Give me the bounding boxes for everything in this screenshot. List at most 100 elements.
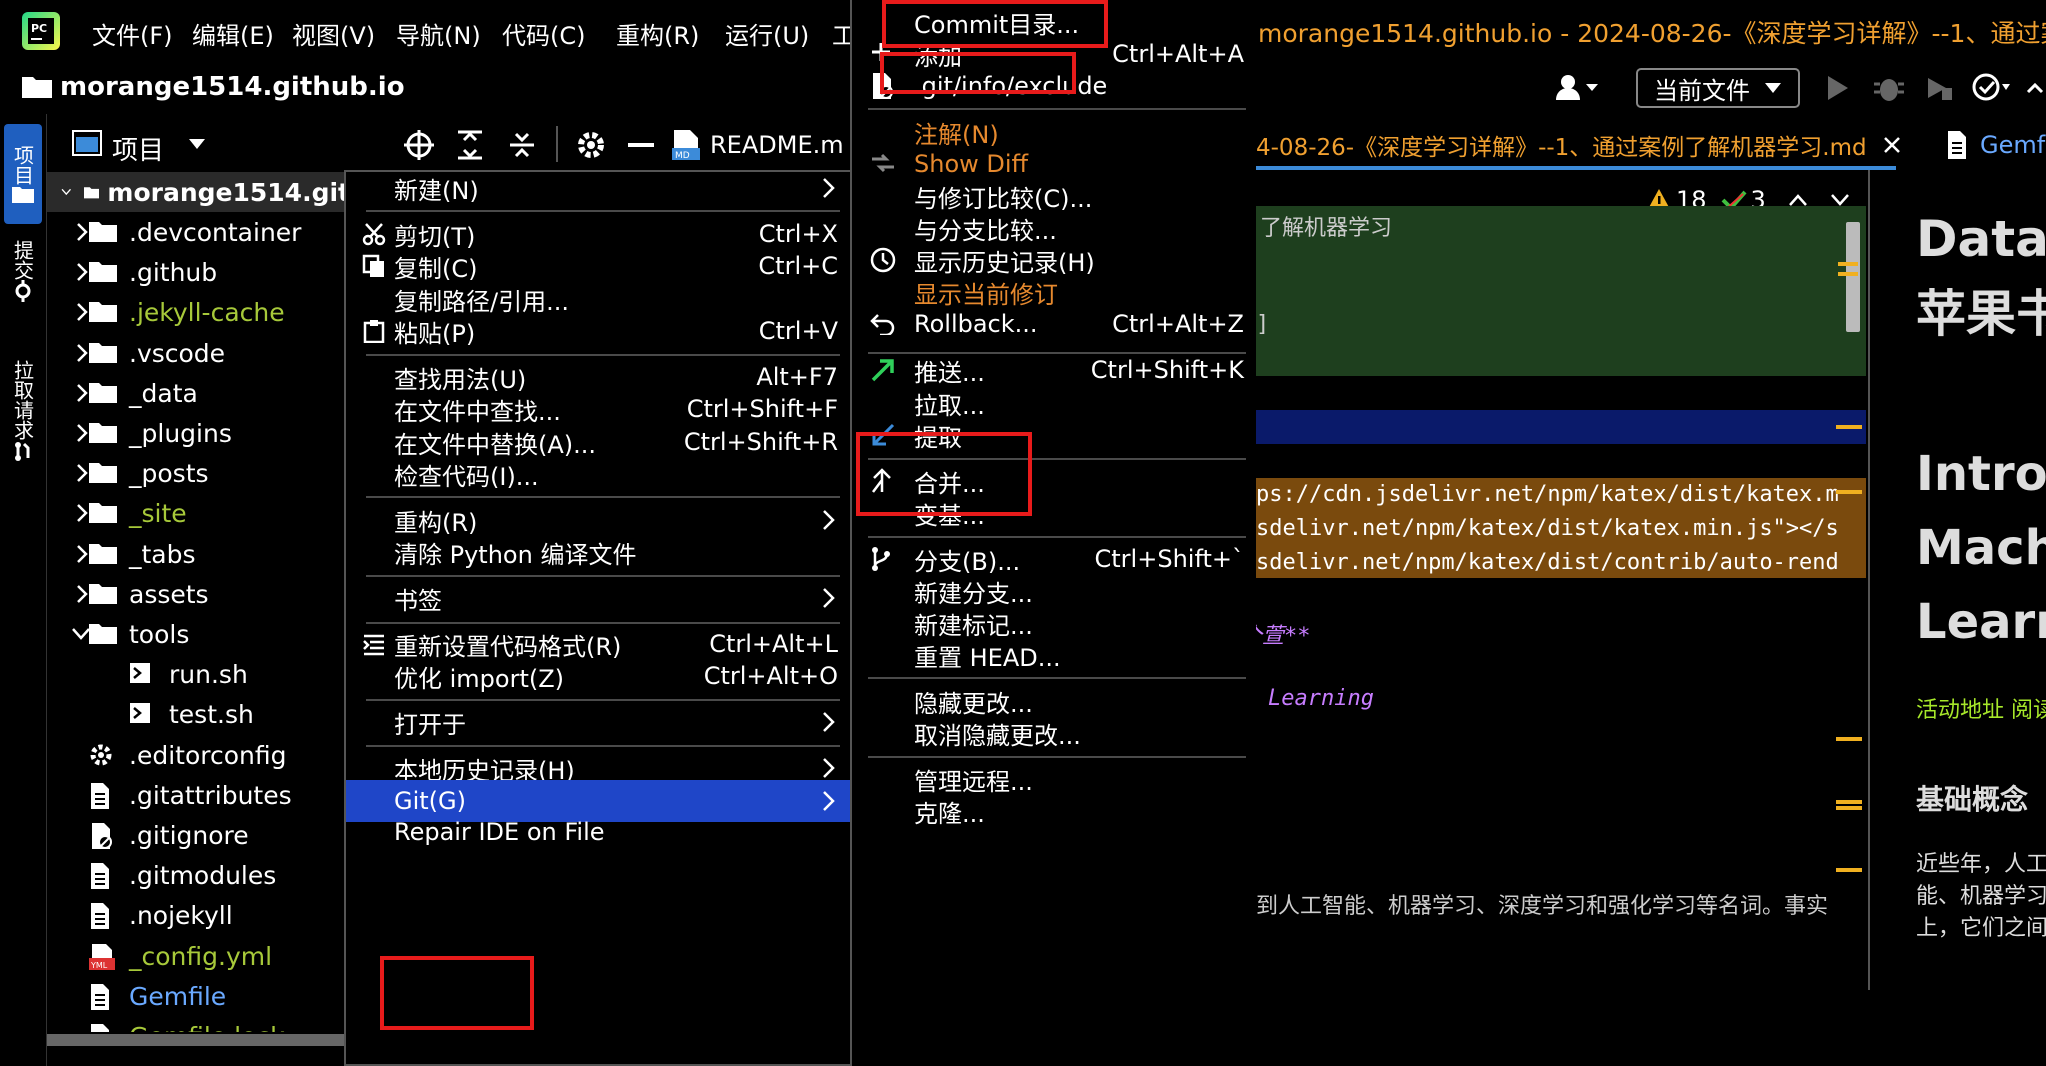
editor-scrollbar-thumb[interactable] bbox=[1846, 222, 1860, 332]
menu-item[interactable]: 编辑(E) bbox=[192, 16, 274, 51]
tree-item[interactable]: .vscode bbox=[47, 333, 350, 373]
preview-activity-link[interactable]: 活动地址 阅读 bbox=[1916, 692, 2046, 724]
editor-line-8: 到人工智能、机器学习、深度学习和强化学习等名词。事实 bbox=[1256, 894, 1829, 919]
run-config-select[interactable]: 当前文件 bbox=[1636, 68, 1800, 108]
chevron-up-icon[interactable] bbox=[1788, 193, 1808, 207]
chevron-right-icon[interactable] bbox=[75, 222, 89, 242]
chevron-right-icon[interactable] bbox=[75, 463, 89, 483]
chevron-right-icon[interactable] bbox=[75, 302, 89, 322]
folder-icon bbox=[89, 543, 117, 564]
folder-icon bbox=[89, 222, 117, 242]
tree-item[interactable]: .gitignore bbox=[47, 815, 350, 855]
chevron-right-icon[interactable] bbox=[75, 423, 89, 443]
editor-tab-gemfile[interactable]: Gemf bbox=[1946, 124, 2046, 166]
chevron-right-icon[interactable] bbox=[75, 383, 89, 403]
paste-icon bbox=[362, 319, 386, 343]
file-icon bbox=[91, 1024, 109, 1032]
scroll-marker bbox=[1836, 806, 1862, 810]
tree-item[interactable]: .jekyll-cache bbox=[47, 292, 350, 332]
coverage-icon[interactable] bbox=[1924, 74, 1954, 102]
preview-heading-1: Introd bbox=[1916, 446, 2046, 502]
menu-item[interactable]: 重构(R) bbox=[616, 16, 699, 51]
chevron-right-icon[interactable] bbox=[75, 544, 89, 564]
context-menu-item[interactable]: 新建(N) bbox=[346, 168, 850, 208]
tree-item[interactable]: test.sh bbox=[47, 694, 350, 734]
menu-item[interactable]: 代码(C) bbox=[502, 16, 585, 51]
tree-item[interactable]: .gitmodules bbox=[47, 855, 350, 895]
expand-all-icon[interactable] bbox=[456, 130, 484, 160]
git-menu-item[interactable]: 重置 HEAD... bbox=[852, 635, 1256, 675]
tree-item[interactable]: _tabs bbox=[47, 534, 350, 574]
tree-item[interactable]: Gemfile.lock bbox=[47, 1016, 350, 1032]
context-menu-item[interactable]: 优化 import(Z) Ctrl+Alt+O bbox=[346, 656, 850, 696]
project-view-dropdown-icon[interactable] bbox=[188, 138, 206, 150]
git-menu-item[interactable]: 取消隐藏更改... bbox=[852, 713, 1256, 753]
context-menu-item[interactable]: Repair IDE on File bbox=[346, 812, 850, 852]
menu-item[interactable]: 视图(V) bbox=[292, 16, 375, 51]
chevron-right-icon[interactable] bbox=[75, 584, 89, 604]
editor-tab-readme[interactable]: MD README.m bbox=[672, 122, 852, 168]
app-logo[interactable]: PC bbox=[22, 12, 60, 50]
chevron-right-icon[interactable] bbox=[75, 343, 89, 363]
tree-item[interactable]: YML _config.yml bbox=[47, 936, 350, 976]
nav-project-name[interactable]: morange1514.github.io bbox=[60, 72, 405, 102]
chevron-down-icon[interactable] bbox=[1830, 193, 1850, 207]
strip-tab-commit-label: 提交 bbox=[10, 240, 35, 280]
strip-tab-pull-requests[interactable]: 拉取请求 bbox=[4, 360, 42, 490]
project-panel-title[interactable]: 项目 bbox=[112, 130, 164, 167]
chevron-right-icon[interactable] bbox=[75, 503, 89, 523]
tree-item[interactable]: Gemfile bbox=[47, 976, 350, 1016]
project-tree: .devcontainer .github .jekyll-cache .vscode… bbox=[47, 212, 350, 1032]
context-menu-item[interactable]: 清除 Python 编译文件 bbox=[346, 532, 850, 572]
collapse-all-icon[interactable] bbox=[508, 130, 536, 160]
chevron-right-icon[interactable] bbox=[75, 262, 89, 282]
locate-icon[interactable] bbox=[404, 130, 434, 160]
chevron-right-icon bbox=[823, 178, 835, 198]
editor-tab-active[interactable]: 4-08-26-《深度学习详解》--1、通过案例了解机器学习.md bbox=[1256, 124, 1906, 166]
menu-item[interactable]: 导航(N) bbox=[396, 16, 481, 51]
tree-item-label: .github bbox=[129, 258, 218, 288]
tree-item[interactable]: .nojekyll bbox=[47, 895, 350, 935]
tree-item[interactable]: _plugins bbox=[47, 413, 350, 453]
run-icon[interactable] bbox=[1826, 74, 1850, 102]
tree-item[interactable]: tools bbox=[47, 614, 350, 654]
tree-item[interactable]: .gitattributes bbox=[47, 775, 350, 815]
git-menu-item[interactable]: 克隆... bbox=[852, 791, 1256, 831]
preview-title-1: DataW bbox=[1916, 210, 2046, 268]
git-menu-item[interactable]: Rollback... Ctrl+Alt+Z bbox=[852, 304, 1256, 344]
tree-item[interactable]: _posts bbox=[47, 453, 350, 493]
editor-tab-readme-label: README.m bbox=[710, 131, 844, 159]
file-icon bbox=[91, 863, 109, 890]
context-menu-item[interactable]: 书签 bbox=[346, 578, 850, 618]
tree-item[interactable]: .github bbox=[47, 252, 350, 292]
editor-line-5: sdelivr.net/npm/katex/dist/contrib/auto-… bbox=[1256, 550, 1839, 575]
copy-icon bbox=[362, 254, 386, 278]
hide-panel-icon[interactable] bbox=[628, 143, 654, 147]
tree-item[interactable]: _data bbox=[47, 373, 350, 413]
gear-icon[interactable] bbox=[576, 130, 606, 160]
debug-icon[interactable] bbox=[1874, 74, 1904, 102]
close-icon[interactable] bbox=[1883, 136, 1901, 154]
more-icon[interactable] bbox=[2026, 80, 2044, 98]
context-menu-item[interactable]: 打开于 bbox=[346, 702, 850, 742]
tree-item[interactable]: assets bbox=[47, 574, 350, 614]
tree-item[interactable]: run.sh bbox=[47, 654, 350, 694]
context-menu-item-label: 新建(N) bbox=[394, 176, 479, 205]
tree-item[interactable]: .devcontainer bbox=[47, 212, 350, 252]
chevron-down-icon[interactable] bbox=[71, 627, 91, 641]
context-menu-item-label: 打开于 bbox=[394, 710, 466, 739]
menu-item[interactable]: 运行(U) bbox=[725, 16, 809, 51]
context-menu-item[interactable]: 检查代码(I)... bbox=[346, 454, 850, 494]
context-menu: 新建(N) 剪切(T) Ctrl+X 复制(C) Ctrl+C 复制路径/引用... 粘贴(… bbox=[344, 170, 852, 1066]
strip-tab-commit[interactable]: 提交 bbox=[4, 240, 42, 330]
tree-item[interactable]: _site bbox=[47, 493, 350, 533]
context-menu-item[interactable]: 粘贴(P) Ctrl+V bbox=[346, 311, 850, 351]
chevron-right-icon bbox=[823, 588, 835, 608]
profiler-icon[interactable] bbox=[1972, 72, 2012, 102]
tree-root-row[interactable]: morange1514.git bbox=[47, 172, 350, 212]
tree-item[interactable]: .editorconfig bbox=[47, 735, 350, 775]
strip-tab-project[interactable]: 项目 bbox=[4, 124, 42, 224]
user-icon[interactable] bbox=[1556, 74, 1600, 102]
tree-scrollbar[interactable] bbox=[47, 1034, 347, 1046]
menu-item[interactable]: 文件(F) bbox=[92, 16, 173, 51]
